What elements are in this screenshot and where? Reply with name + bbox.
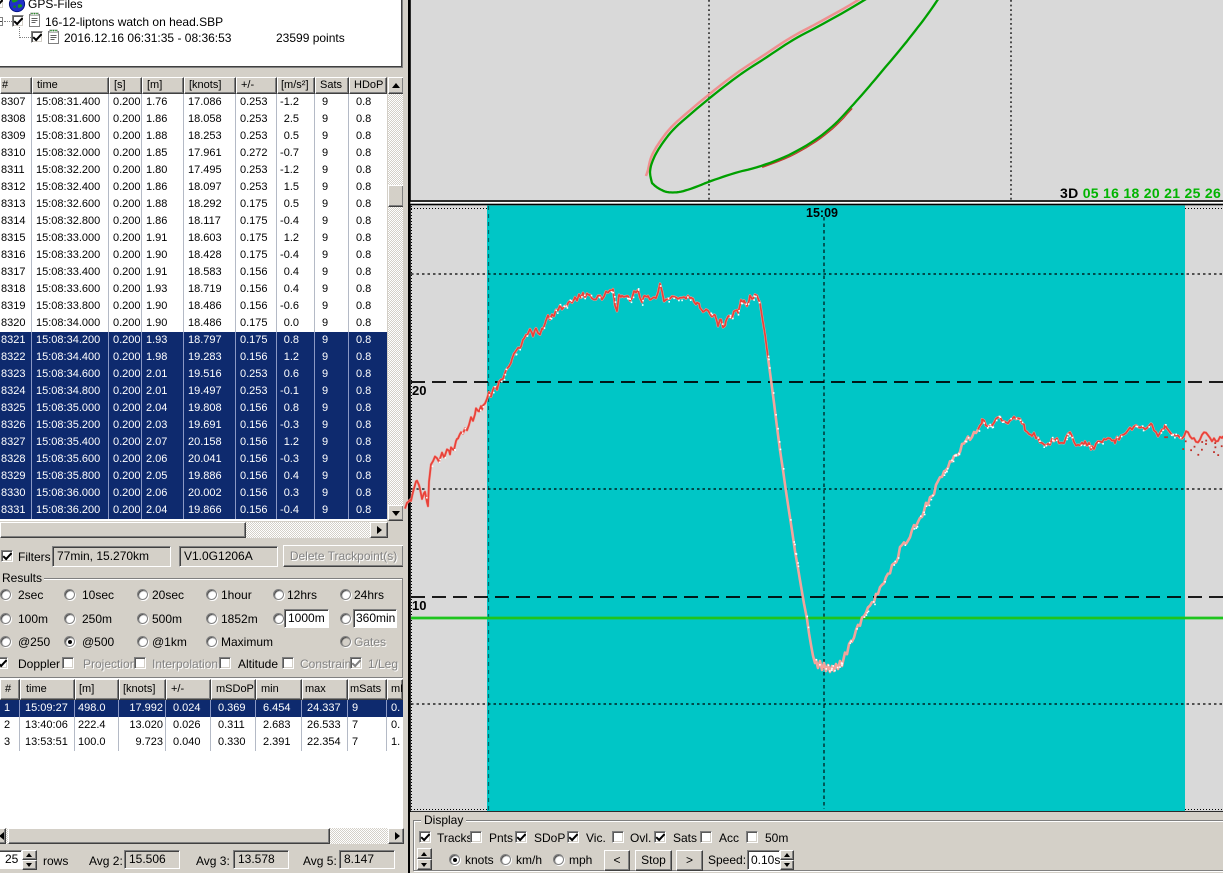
- svg-text:10: 10: [412, 598, 426, 613]
- svg-text:3D 05 16 18 20 21 25 26: 3D 05 16 18 20 21 25 26: [1060, 185, 1221, 201]
- svg-text:15:09: 15:09: [806, 206, 838, 220]
- svg-text:20: 20: [412, 383, 426, 398]
